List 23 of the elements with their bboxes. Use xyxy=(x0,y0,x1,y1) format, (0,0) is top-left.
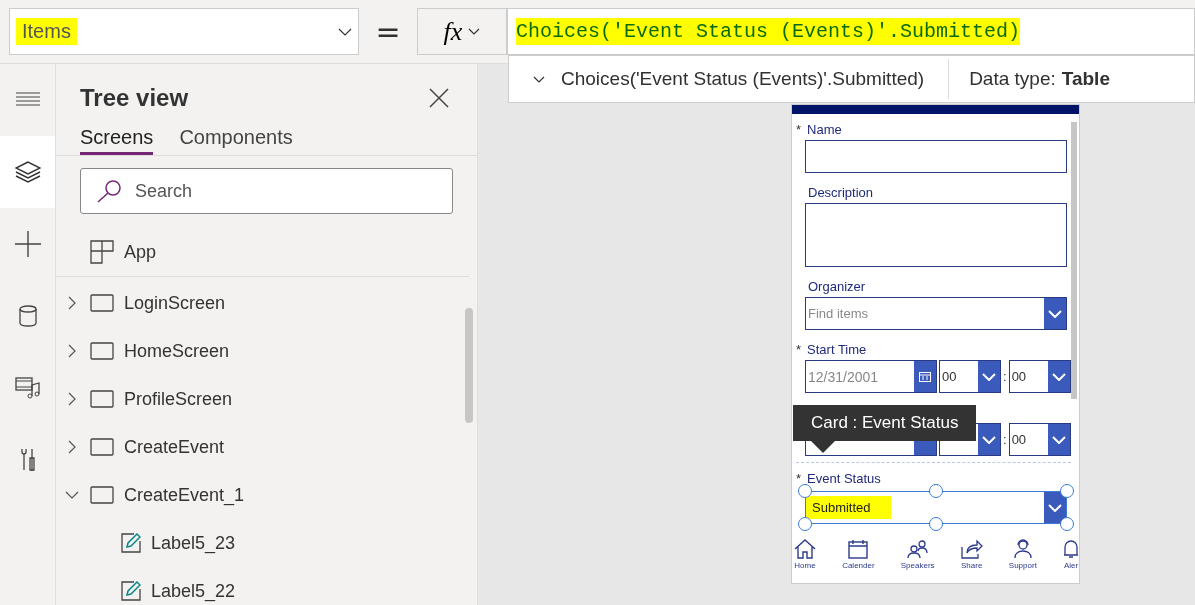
field-label: Organizer xyxy=(808,278,866,294)
date-text: 12/31/2001 xyxy=(807,367,880,387)
placeholder-text: Find items xyxy=(807,305,869,323)
required-mark: * xyxy=(796,121,802,137)
time-separator: : xyxy=(1003,369,1007,384)
time-separator: : xyxy=(1003,432,1007,447)
field-label: Start Time xyxy=(807,341,867,357)
field-label: Event Status xyxy=(807,470,881,486)
data-type-label: Data type: xyxy=(969,68,1056,90)
required-mark: * xyxy=(796,470,802,486)
formula-result: Choices('Event Status (Events)'.Submitted) xyxy=(561,68,925,90)
required-mark: * xyxy=(796,341,802,357)
field-label: Name xyxy=(807,121,842,137)
field-label: Description xyxy=(808,184,874,200)
equals-sign: = xyxy=(374,14,402,49)
minute-value: 00 xyxy=(1010,368,1028,386)
formula-text: Choices('Event Status (Events)'.Submitted) xyxy=(516,18,1021,45)
data-type-value: Table xyxy=(1061,68,1110,90)
panel-title: Tree view xyxy=(80,84,189,112)
hour-value: 00 xyxy=(941,368,958,386)
property-name: Items xyxy=(16,18,77,45)
selected-value: Submitted xyxy=(806,496,891,519)
minute-value: 00 xyxy=(1010,431,1028,449)
